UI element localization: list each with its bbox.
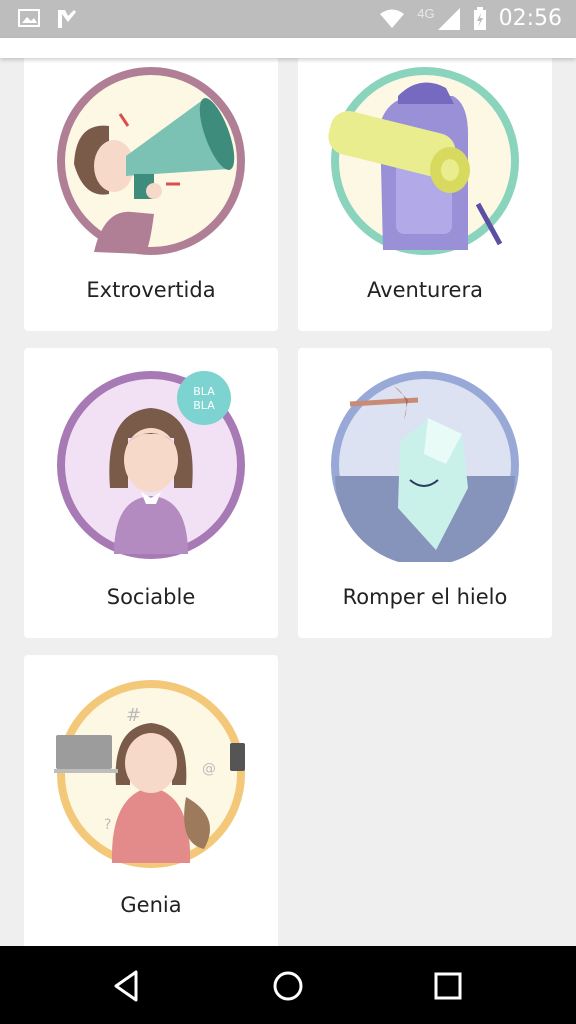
badge-label: Romper el hielo [342,585,508,609]
bubble-text-1: BLA [193,385,215,398]
battery-icon [473,6,486,30]
badge-label: Sociable [106,585,196,609]
badge-label: Extrovertida [86,278,216,302]
iceberg-icon [331,371,519,562]
app-bar [0,38,576,58]
navigation-bar [0,946,576,1024]
badge-card-sociable[interactable]: BLA BLA Sociable [24,348,278,638]
badge-label: Aventurera [367,278,483,302]
check-notification-icon [58,10,76,28]
laptop-icon: # @ ? [54,680,245,868]
question-symbol: ? [104,817,111,833]
status-time: 02:56 [498,6,562,31]
network-type: 4G [417,6,435,21]
at-symbol: @ [202,761,216,777]
backpack-icon [328,67,519,255]
home-icon[interactable] [270,968,306,1004]
badge-card-romper-el-hielo[interactable]: Romper el hielo [298,348,552,638]
badge-card-extrovertida[interactable]: Extrovertida [24,58,278,331]
badge-card-aventurera[interactable]: Aventurera [298,58,552,331]
signal-icon [437,7,460,30]
badge-label: Genia [120,893,182,917]
badge-card-genia[interactable]: # @ ? Genia [24,655,278,946]
image-notification-icon [18,9,40,27]
megaphone-icon [57,67,245,255]
badges-grid[interactable]: Extrovertida Aventurera BLA BLA Sociable… [0,58,576,946]
wifi-icon [380,9,405,28]
status-bar: 4G 02:56 [0,0,576,38]
back-icon[interactable] [110,968,146,1004]
bubble-text-2: BLA [193,399,215,412]
hash-symbol: # [126,705,141,726]
recents-icon[interactable] [430,968,466,1004]
chat-bubble-icon: BLA BLA [57,371,245,559]
